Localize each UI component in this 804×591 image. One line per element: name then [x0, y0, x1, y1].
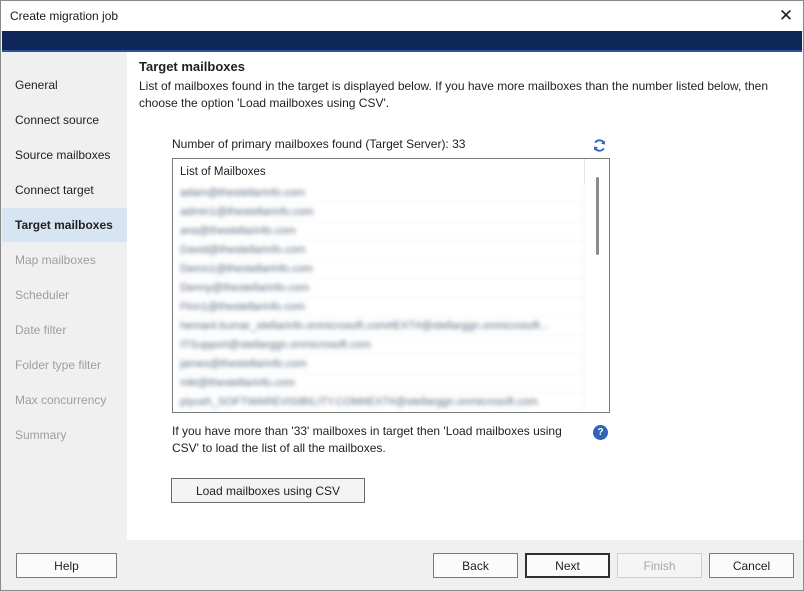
list-item[interactable]: ana@thestellarinfo.com [173, 222, 585, 241]
sidebar-item-label: Scheduler [15, 288, 70, 302]
header-banner [2, 31, 802, 50]
close-button[interactable]: ✕ [769, 1, 803, 31]
list-item[interactable]: David@thestellarinfo.com [173, 241, 585, 260]
page-description: List of mailboxes found in the target is… [139, 79, 769, 110]
sidebar-item-label: Date filter [15, 323, 67, 337]
list-item[interactable]: piyush_SOFTWAREVISIBILITY.COM#EXT#@stell… [173, 393, 585, 412]
finish-button: Finish [617, 553, 702, 578]
list-item[interactable]: james@thestellarinfo.com [173, 355, 585, 374]
sidebar-item-label: Target mailboxes [15, 218, 113, 232]
sidebar-item-label: Connect source [15, 113, 100, 127]
wizard-sidebar: General Connect source Source mailboxes … [2, 52, 127, 540]
sidebar-item-label: Max concurrency [15, 393, 107, 407]
list-item[interactable]: Demo1@thestellarinfo.com [173, 260, 585, 279]
list-item[interactable]: hemant.kumar_stellarinfo.onmicrosoft.com… [173, 317, 585, 336]
help-icon[interactable]: ? [593, 425, 608, 440]
list-column-header[interactable]: List of Mailboxes [173, 159, 585, 184]
sidebar-item-connect-source[interactable]: Connect source [2, 103, 127, 137]
sidebar-item-source-mailboxes[interactable]: Source mailboxes [2, 138, 127, 172]
mailbox-list[interactable]: List of Mailboxes adam@thestellarinfo.co… [172, 158, 610, 413]
list-item[interactable]: admin1@thestellarinfo.com [173, 203, 585, 222]
sidebar-item-target-mailboxes[interactable]: Target mailboxes [2, 208, 127, 242]
help-button[interactable]: Help [16, 553, 117, 578]
list-item[interactable]: Denny@thestellarinfo.com [173, 279, 585, 298]
dialog-footer: Help Back Next Finish Cancel [2, 540, 802, 590]
sidebar-item-connect-target[interactable]: Connect target [2, 173, 127, 207]
sidebar-item-date-filter: Date filter [2, 313, 127, 347]
sidebar-item-general[interactable]: General [2, 68, 127, 102]
list-item[interactable]: Finn1@thestellarinfo.com [173, 298, 585, 317]
list-item[interactable]: adam@thestellarinfo.com [173, 184, 585, 203]
list-item[interactable]: mkt@thestellarinfo.com [173, 374, 585, 393]
mailbox-count-label: Number of primary mailboxes found (Targe… [172, 137, 466, 151]
next-button[interactable]: Next [525, 553, 610, 578]
close-icon: ✕ [778, 6, 794, 25]
main-content: Target mailboxes List of mailboxes found… [127, 52, 803, 540]
cancel-button[interactable]: Cancel [709, 553, 794, 578]
sidebar-item-summary: Summary [2, 418, 127, 452]
window-title: Create migration job [10, 9, 119, 23]
sidebar-item-scheduler: Scheduler [2, 278, 127, 312]
csv-info-text: If you have more than '33' mailboxes in … [172, 424, 562, 455]
sidebar-item-label: Connect target [15, 183, 94, 197]
sidebar-item-folder-type-filter: Folder type filter [2, 348, 127, 382]
load-csv-button[interactable]: Load mailboxes using CSV [171, 478, 365, 503]
sidebar-item-label: Summary [15, 428, 67, 442]
refresh-icon[interactable] [592, 138, 607, 153]
page-title: Target mailboxes [139, 59, 245, 74]
title-bar: Create migration job ✕ [1, 1, 803, 31]
sidebar-item-label: Source mailboxes [15, 148, 111, 162]
list-scrollbar[interactable] [585, 159, 609, 412]
mailbox-list-rows: adam@thestellarinfo.com admin1@thestellar… [173, 184, 585, 412]
list-item[interactable]: ITSupport@stellarggn.onmicrosoft.com [173, 336, 585, 355]
sidebar-item-label: Folder type filter [15, 358, 102, 372]
sidebar-item-label: Map mailboxes [15, 253, 96, 267]
migration-dialog: Create migration job ✕ General Connect s… [0, 0, 804, 591]
scrollbar-thumb[interactable] [596, 177, 599, 255]
sidebar-item-label: General [15, 78, 58, 92]
back-button[interactable]: Back [433, 553, 518, 578]
sidebar-item-max-concurrency: Max concurrency [2, 383, 127, 417]
sidebar-item-map-mailboxes: Map mailboxes [2, 243, 127, 277]
